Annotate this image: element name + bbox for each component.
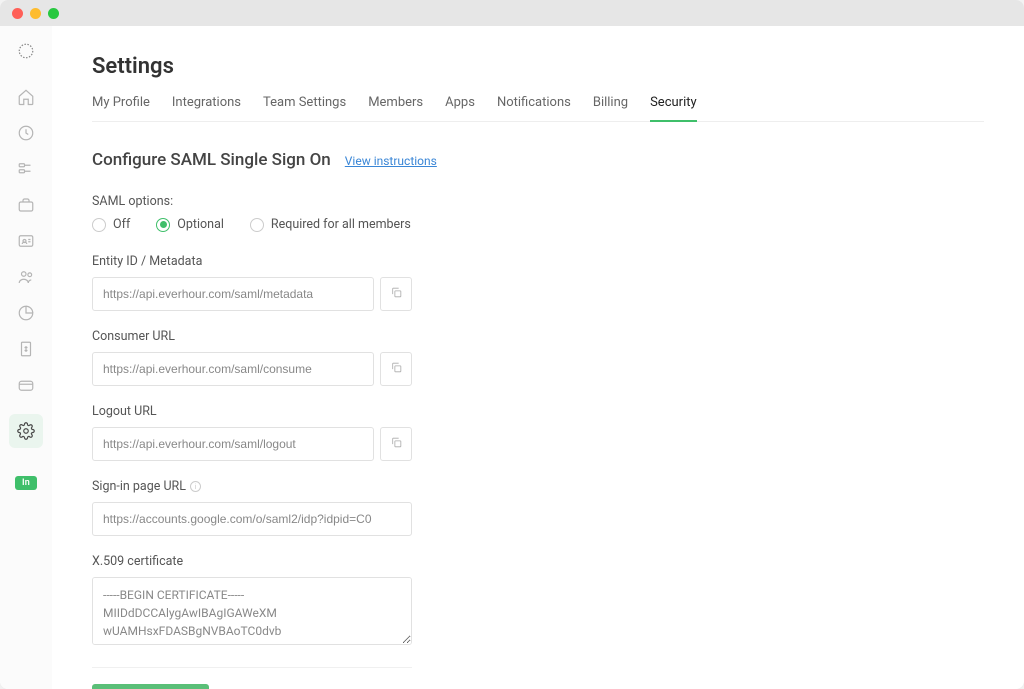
radio-optional[interactable]: Optional — [156, 217, 224, 232]
tab-notifications[interactable]: Notifications — [497, 95, 571, 122]
window-minimize-button[interactable] — [30, 8, 41, 19]
certificate-label: X.509 certificate — [92, 554, 412, 569]
logout-url-label: Logout URL — [92, 404, 412, 419]
radio-icon — [156, 218, 170, 232]
section-title: Configure SAML Single Sign On — [92, 150, 331, 170]
copy-icon — [390, 361, 403, 377]
main-content: Settings My Profile Integrations Team Se… — [52, 26, 1024, 689]
sidebar-item-tasks[interactable] — [9, 152, 43, 186]
copy-icon — [390, 436, 403, 452]
sidebar-item-expenses[interactable] — [9, 368, 43, 402]
signin-url-input[interactable] — [92, 502, 412, 536]
signin-url-label: Sign-in page URL i — [92, 479, 412, 494]
radio-label: Required for all members — [271, 217, 411, 232]
app-window: In Settings My Profile Integrations Team… — [0, 0, 1024, 689]
window-close-button[interactable] — [12, 8, 23, 19]
tab-apps[interactable]: Apps — [445, 95, 475, 122]
copy-entity-id-button[interactable] — [380, 277, 412, 311]
sidebar-item-reports[interactable] — [9, 296, 43, 330]
logo-icon[interactable] — [9, 34, 43, 68]
divider — [92, 667, 412, 668]
settings-tabs: My Profile Integrations Team Settings Me… — [92, 95, 984, 122]
sidebar-item-clients[interactable] — [9, 224, 43, 258]
sidebar-item-projects[interactable] — [9, 188, 43, 222]
sidebar-item-settings[interactable] — [9, 414, 43, 448]
radio-label: Off — [113, 217, 130, 232]
tab-billing[interactable]: Billing — [593, 95, 628, 122]
radio-icon — [250, 218, 264, 232]
info-icon[interactable]: i — [190, 481, 201, 492]
radio-icon — [92, 218, 106, 232]
radio-required[interactable]: Required for all members — [250, 217, 411, 232]
sidebar-item-team[interactable] — [9, 260, 43, 294]
copy-consumer-url-button[interactable] — [380, 352, 412, 386]
sidebar-item-invoices[interactable] — [9, 332, 43, 366]
sidebar: In — [0, 26, 52, 689]
view-instructions-link[interactable]: View instructions — [345, 154, 437, 168]
copy-icon — [390, 286, 403, 302]
tab-integrations[interactable]: Integrations — [172, 95, 241, 122]
page-title: Settings — [92, 54, 984, 79]
tab-team-settings[interactable]: Team Settings — [263, 95, 346, 122]
saml-options-label: SAML options: — [92, 194, 984, 209]
entity-id-input[interactable] — [92, 277, 374, 311]
radio-label: Optional — [177, 217, 224, 232]
logout-url-input[interactable] — [92, 427, 374, 461]
tab-my-profile[interactable]: My Profile — [92, 95, 150, 122]
consumer-url-input[interactable] — [92, 352, 374, 386]
status-badge-in[interactable]: In — [15, 476, 37, 490]
save-button[interactable]: Save Changes — [92, 684, 209, 689]
tab-security[interactable]: Security — [650, 95, 697, 122]
radio-off[interactable]: Off — [92, 217, 130, 232]
tab-members[interactable]: Members — [368, 95, 423, 122]
sidebar-item-time[interactable] — [9, 116, 43, 150]
certificate-textarea[interactable] — [92, 577, 412, 645]
window-maximize-button[interactable] — [48, 8, 59, 19]
consumer-url-label: Consumer URL — [92, 329, 412, 344]
copy-logout-url-button[interactable] — [380, 427, 412, 461]
window-titlebar — [0, 0, 1024, 26]
app-body: In Settings My Profile Integrations Team… — [0, 26, 1024, 689]
sidebar-item-home[interactable] — [9, 80, 43, 114]
saml-options-radio-group: Off Optional Required for all members — [92, 217, 984, 232]
entity-id-label: Entity ID / Metadata — [92, 254, 412, 269]
